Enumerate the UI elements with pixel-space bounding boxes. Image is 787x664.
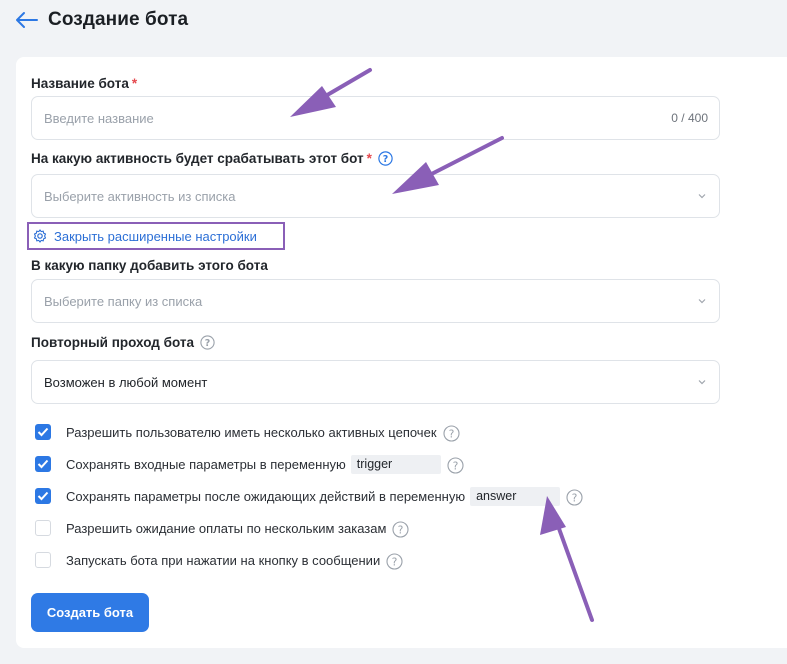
checkbox-checked[interactable] bbox=[35, 424, 51, 440]
required-mark: * bbox=[366, 151, 372, 166]
activity-label: На какую активность будет срабатывать эт… bbox=[31, 151, 393, 166]
folder-select[interactable]: Выберите папку из списка bbox=[31, 279, 720, 323]
activity-placeholder: Выберите активность из списка bbox=[44, 189, 236, 204]
activity-select[interactable]: Выберите активность из списка bbox=[31, 174, 720, 218]
back-arrow-icon[interactable] bbox=[14, 9, 40, 31]
folder-label: В какую папку добавить этого бота bbox=[31, 258, 268, 273]
repeat-label: Повторный проход бота ? bbox=[31, 335, 215, 350]
checkbox-unchecked[interactable] bbox=[35, 552, 51, 568]
svg-text:?: ? bbox=[448, 428, 454, 440]
variable-input-trigger[interactable]: trigger bbox=[350, 454, 441, 474]
help-icon[interactable]: ? bbox=[392, 520, 409, 538]
option-save-after-wait[interactable]: Сохранять параметры после ожидающих дейс… bbox=[35, 485, 583, 507]
svg-text:?: ? bbox=[572, 492, 578, 504]
option-multi-order-payment[interactable]: Разрешить ожидание оплаты по нескольким … bbox=[35, 517, 409, 539]
svg-text:?: ? bbox=[205, 338, 211, 349]
chevron-down-icon bbox=[698, 299, 706, 304]
help-icon[interactable]: ? bbox=[447, 456, 464, 474]
repeat-select[interactable]: Возможен в любой момент bbox=[31, 360, 720, 404]
option-save-input-params[interactable]: Сохранять входные параметры в переменную… bbox=[35, 453, 464, 475]
help-icon[interactable]: ? bbox=[200, 335, 215, 350]
svg-text:?: ? bbox=[398, 524, 404, 536]
help-icon[interactable]: ? bbox=[378, 151, 393, 166]
char-counter: 0 / 400 bbox=[671, 111, 708, 125]
bot-name-placeholder: Введите название bbox=[44, 111, 154, 126]
required-mark: * bbox=[131, 76, 138, 91]
repeat-value: Возможен в любой момент bbox=[44, 375, 208, 390]
help-icon[interactable]: ? bbox=[386, 552, 403, 570]
svg-text:?: ? bbox=[452, 460, 458, 472]
checkbox-checked[interactable] bbox=[35, 456, 51, 472]
bot-name-input[interactable]: Введите название 0 / 400 bbox=[31, 96, 720, 140]
checkbox-checked[interactable] bbox=[35, 488, 51, 504]
chevron-down-icon bbox=[698, 380, 706, 385]
help-icon[interactable]: ? bbox=[566, 488, 583, 506]
bot-name-label: Название бота * bbox=[31, 76, 138, 91]
option-multiple-chains[interactable]: Разрешить пользователю иметь несколько а… bbox=[35, 421, 460, 443]
svg-text:?: ? bbox=[383, 154, 389, 165]
advanced-settings-label: Закрыть расширенные настройки bbox=[54, 228, 257, 244]
checkbox-unchecked[interactable] bbox=[35, 520, 51, 536]
page-title: Создание бота bbox=[48, 9, 189, 30]
variable-input-answer[interactable]: answer bbox=[470, 486, 561, 506]
svg-text:?: ? bbox=[392, 556, 398, 568]
option-start-on-button[interactable]: Запускать бота при нажатии на кнопку в с… bbox=[35, 549, 403, 571]
page-header: Создание бота bbox=[0, 0, 787, 44]
advanced-settings-toggle[interactable]: Закрыть расширенные настройки bbox=[27, 222, 285, 250]
create-bot-button[interactable]: Создать бота bbox=[31, 593, 149, 632]
folder-placeholder: Выберите папку из списка bbox=[44, 294, 203, 309]
gear-icon bbox=[33, 229, 47, 243]
chevron-down-icon bbox=[698, 194, 706, 199]
help-icon[interactable]: ? bbox=[442, 424, 460, 442]
